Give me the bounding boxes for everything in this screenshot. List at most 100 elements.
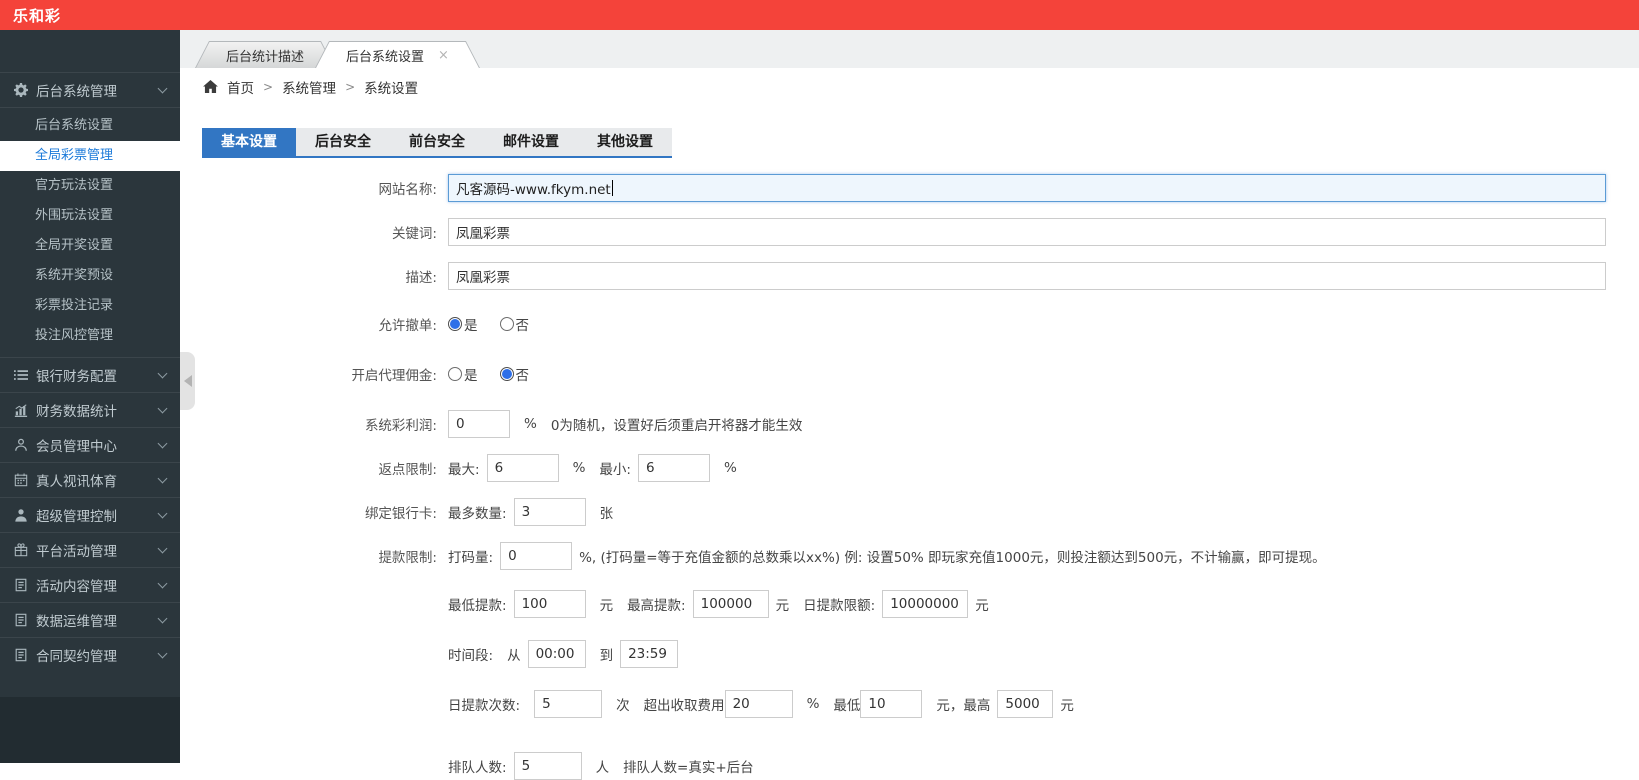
sidebar-footer	[0, 697, 180, 763]
rebate-max-input[interactable]	[486, 454, 559, 482]
sidebar-item-backend-settings[interactable]: 后台系统设置	[0, 111, 180, 141]
sidebar-section-members[interactable]: 会员管理中心	[0, 427, 180, 462]
radio-label: 是	[464, 368, 478, 384]
tab-frontend-security[interactable]: 前台安全	[390, 128, 484, 156]
bank-card-row: 绑定银行卡: 最多数量: 张	[202, 498, 1639, 526]
bank-card-qty-input[interactable]	[513, 498, 586, 526]
chart-icon	[13, 403, 28, 417]
tab-label: 后台统计描述	[226, 49, 305, 65]
unit-text: 元	[975, 598, 989, 614]
max-withdraw-label: 最高提款:	[627, 598, 686, 614]
app-header: 乐和彩	[0, 0, 1639, 30]
agent-commission-yes-radio[interactable]	[448, 367, 462, 381]
site-name-row: 网站名称: 凡客源码-www.fkym.net	[202, 174, 1639, 202]
queue-note: 排队人数=真实+后台	[623, 760, 754, 776]
daily-limit-input[interactable]	[882, 590, 969, 618]
daily-times-row: 日提款次数: 次 超出收取费用 % 最低 元，最高 元	[202, 690, 1639, 718]
keywords-row: 关键词:	[202, 218, 1639, 246]
breadcrumb-separator: >	[263, 79, 274, 94]
fee-mid-text: 元，最高	[936, 698, 991, 714]
tab-backend-security[interactable]: 后台安全	[296, 128, 390, 156]
sidebar-section-live-sports[interactable]: 真人视讯体育	[0, 462, 180, 497]
sidebar-section-finance-stats[interactable]: 财务数据统计	[0, 392, 180, 427]
sidebar-collapse-handle[interactable]	[180, 352, 195, 410]
tab-other-settings[interactable]: 其他设置	[578, 128, 672, 156]
breadcrumb-home[interactable]: 首页	[227, 77, 254, 97]
sidebar-item-global-draw[interactable]: 全局开奖设置	[0, 231, 180, 261]
rebate-min-label: 最小:	[599, 462, 631, 478]
close-icon[interactable]: ×	[438, 48, 449, 63]
max-withdraw-input[interactable]	[692, 590, 769, 618]
daily-limit-label: 日提款限额:	[803, 598, 876, 614]
main-area: 后台统计描述 后台系统设置 × 首页 > 系统管理 > 系统设置 基本设置 后台…	[180, 30, 1639, 780]
rebate-limit-label: 返点限制:	[378, 462, 437, 478]
chevron-down-icon	[157, 578, 168, 588]
daily-times-input[interactable]	[534, 690, 603, 718]
breadcrumb-system-mgmt[interactable]: 系统管理	[282, 77, 336, 97]
radio-label: 否	[515, 368, 530, 384]
queue-input[interactable]	[513, 752, 582, 780]
allow-cancel-no-radio[interactable]	[499, 317, 514, 331]
tab-mail-settings[interactable]: 邮件设置	[484, 128, 578, 156]
sidebar-item-official-play[interactable]: 官方玩法设置	[0, 171, 180, 201]
sidebar-item-bet-records[interactable]: 彩票投注记录	[0, 291, 180, 321]
sidebar-section-contracts[interactable]: 合同契约管理	[0, 637, 180, 672]
sidebar-submenu: 后台系统设置 全局彩票管理 官方玩法设置 外围玩法设置 全局开奖设置 系统开奖预…	[0, 107, 180, 357]
sidebar-section-platform-activity[interactable]: 平台活动管理	[0, 532, 180, 567]
chevron-down-icon	[157, 648, 168, 658]
sidebar-item-outer-play[interactable]: 外围玩法设置	[0, 201, 180, 231]
time-from-input[interactable]	[527, 640, 586, 668]
agent-commission-label: 开启代理佣金:	[351, 368, 437, 384]
breadcrumb-system-settings: 系统设置	[364, 80, 419, 97]
sidebar-item-global-lottery[interactable]: 全局彩票管理	[0, 141, 180, 171]
gear-icon	[13, 83, 28, 97]
allow-cancel-yes-radio[interactable]	[448, 317, 462, 331]
chevron-down-icon	[157, 473, 168, 483]
unit-text: 元	[599, 598, 614, 614]
sidebar: 后台系统管理 后台系统设置 全局彩票管理 官方玩法设置 外围玩法设置 全局开奖设…	[0, 30, 180, 763]
window-tab-bar: 后台统计描述 后台系统设置 ×	[180, 30, 1639, 68]
agent-commission-no-radio[interactable]	[499, 367, 514, 381]
withdraw-amounts-row: 最低提款: 元 最高提款: 元 日提款限额: 元	[202, 590, 1639, 618]
site-name-input[interactable]: 凡客源码-www.fkym.net	[448, 174, 1606, 202]
time-to-label: 到	[599, 648, 614, 664]
rebate-min-input[interactable]	[637, 454, 710, 482]
admin-icon	[13, 508, 28, 522]
time-to-input[interactable]	[620, 640, 679, 668]
turnover-label: 打码量:	[448, 550, 494, 566]
tab-backend-system-settings[interactable]: 后台系统设置 ×	[315, 41, 480, 68]
fee-input[interactable]	[724, 690, 793, 718]
fee-max-input[interactable]	[997, 690, 1054, 718]
sidebar-section-bank[interactable]: 银行财务配置	[0, 357, 180, 392]
sidebar-section-super-admin[interactable]: 超级管理控制	[0, 497, 180, 532]
fee-min-input[interactable]	[860, 690, 923, 718]
percent-suffix: %	[572, 460, 586, 476]
percent-suffix: %	[524, 416, 537, 432]
settings-content: 基本设置 后台安全 前台安全 邮件设置 其他设置 网站名称: 凡客源码-www.…	[180, 105, 1639, 780]
sidebar-section-system[interactable]: 后台系统管理	[0, 72, 180, 107]
chevron-down-icon	[157, 613, 168, 623]
min-withdraw-input[interactable]	[513, 590, 586, 618]
sidebar-item-draw-preset[interactable]: 系统开奖预设	[0, 261, 180, 291]
home-icon[interactable]	[203, 79, 218, 93]
unit-text: 元	[1060, 698, 1074, 714]
system-profit-input[interactable]	[448, 410, 510, 438]
daily-times-label: 日提款次数:	[448, 698, 521, 714]
rebate-max-label: 最大:	[448, 462, 480, 478]
gift-icon	[13, 543, 28, 557]
sidebar-item-risk-control[interactable]: 投注风控管理	[0, 321, 180, 351]
rebate-limit-row: 返点限制: 最大: % 最小: %	[202, 454, 1639, 482]
withdraw-limit-label: 提款限制:	[378, 550, 437, 566]
description-input[interactable]	[448, 262, 1606, 290]
sidebar-section-activity-content[interactable]: 活动内容管理	[0, 567, 180, 602]
tab-basic-settings[interactable]: 基本设置	[202, 128, 296, 156]
turnover-input[interactable]	[500, 542, 573, 570]
sidebar-section-label: 合同契约管理	[36, 649, 117, 665]
sidebar-section-label: 活动内容管理	[36, 579, 117, 595]
tab-backend-stats[interactable]: 后台统计描述	[195, 41, 335, 68]
keywords-input[interactable]	[448, 218, 1606, 246]
unit-text: 元	[775, 598, 790, 614]
sidebar-section-data-ops[interactable]: 数据运维管理	[0, 602, 180, 637]
min-withdraw-label: 最低提款:	[448, 598, 507, 614]
unit-text: 张	[599, 506, 614, 522]
